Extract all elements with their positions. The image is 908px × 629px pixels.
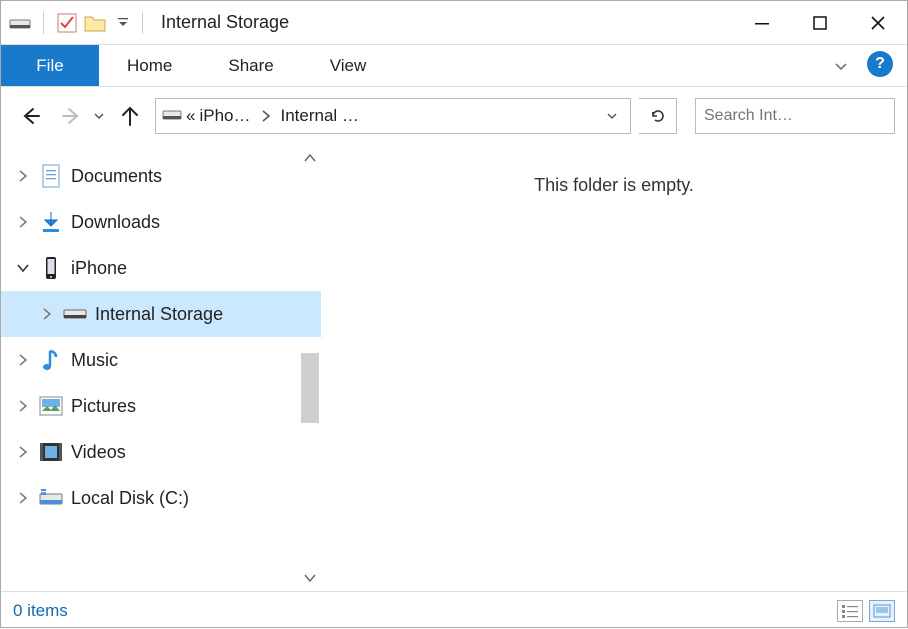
content-pane: This folder is empty. [321,145,907,591]
empty-folder-message: This folder is empty. [534,175,694,196]
tree-item-label: Documents [71,166,162,187]
window-title: Internal Storage [161,12,289,33]
breadcrumb-segment[interactable]: Internal … [281,106,359,126]
file-tab[interactable]: File [1,45,99,86]
tree-item-label: Music [71,350,118,371]
music-icon [39,348,63,372]
tree-item-label: Internal Storage [95,304,223,325]
breadcrumb-root-symbol[interactable]: « [186,106,195,126]
thumbnails-view-button[interactable] [869,600,895,622]
chevron-right-icon[interactable] [37,308,57,320]
breadcrumb-segment[interactable]: iPho… [199,106,250,126]
videos-icon [39,440,63,464]
tree-item-downloads[interactable]: Downloads [1,199,321,245]
recent-locations-dropdown[interactable] [93,110,105,122]
close-button[interactable] [849,1,907,45]
item-count: 0 items [13,601,68,621]
chevron-right-icon[interactable] [13,400,33,412]
chevron-right-icon[interactable] [13,216,33,228]
minimize-button[interactable] [733,1,791,45]
separator [43,12,44,34]
ribbon-expand-icon[interactable] [833,45,849,87]
chevron-right-icon[interactable] [13,170,33,182]
tree-item-videos[interactable]: Videos [1,429,321,475]
drive-icon [162,108,182,124]
tree-item-label: Downloads [71,212,160,233]
folder-icon [84,12,106,34]
qat-dropdown-icon[interactable] [116,16,130,30]
tab-share[interactable]: Share [200,45,301,86]
chevron-right-icon[interactable] [13,492,33,504]
forward-button[interactable] [55,99,89,133]
tree-item-label: Pictures [71,396,136,417]
tree-item-internal-storage[interactable]: Internal Storage [1,291,321,337]
address-bar[interactable]: « iPho… Internal … [155,98,631,134]
separator [142,12,143,34]
chevron-right-icon[interactable] [13,354,33,366]
search-box[interactable] [695,98,895,134]
view-mode-buttons [837,600,895,622]
local-disk-icon [39,486,63,510]
tree-item-pictures[interactable]: Pictures [1,383,321,429]
scroll-down-icon[interactable] [304,573,316,583]
download-icon [39,210,63,234]
chevron-right-icon[interactable] [255,109,277,123]
tree-item-label: iPhone [71,258,127,279]
address-history-dropdown[interactable] [606,110,624,122]
tab-home[interactable]: Home [99,45,200,86]
properties-check-icon[interactable] [56,12,78,34]
details-view-button[interactable] [837,600,863,622]
tree-item-label: Videos [71,442,126,463]
tree-item-local-disk[interactable]: Local Disk (C:) [1,475,321,521]
drive-icon [63,302,87,326]
scroll-thumb[interactable] [301,353,319,423]
navigation-pane: Documents Downloads iPhone Internal Stor… [1,145,321,591]
up-button[interactable] [113,99,147,133]
navpane-scrollbar[interactable] [299,153,321,583]
back-button[interactable] [13,99,47,133]
scroll-up-icon[interactable] [304,153,316,163]
tab-view[interactable]: View [302,45,395,86]
tree-item-iphone[interactable]: iPhone [1,245,321,291]
pictures-icon [39,394,63,418]
tree-item-label: Local Disk (C:) [71,488,189,509]
drive-icon [9,12,31,34]
refresh-button[interactable] [639,98,677,134]
search-input[interactable] [704,107,908,125]
quick-access-toolbar [9,12,149,34]
chevron-right-icon[interactable] [13,446,33,458]
phone-icon [39,256,63,280]
tree-item-music[interactable]: Music [1,337,321,383]
window-controls [733,1,907,45]
status-bar: 0 items [1,591,907,629]
ribbon-tabstrip: File Home Share View ? [1,45,907,87]
document-icon [39,164,63,188]
help-button[interactable]: ? [867,51,893,77]
maximize-button[interactable] [791,1,849,45]
tree-item-documents[interactable]: Documents [1,153,321,199]
chevron-down-icon[interactable] [13,263,33,273]
navigation-row: « iPho… Internal … [1,87,907,145]
title-bar: Internal Storage [1,1,907,45]
